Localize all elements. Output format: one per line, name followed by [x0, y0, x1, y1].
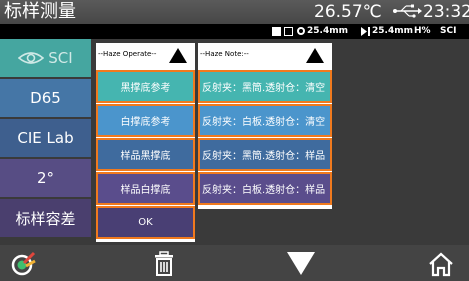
colorimeter-icon[interactable] [10, 251, 36, 277]
page-title: 标样测量 [4, 1, 76, 22]
sidebar-item-label: 2° [36, 169, 55, 187]
sample-black-backing-button[interactable]: 样品黑撑底 [96, 138, 195, 171]
specular-mode: SCI [440, 26, 457, 36]
sidebar-item-label: 标样容差 [15, 209, 76, 228]
trash-icon[interactable] [151, 251, 177, 277]
ok-button[interactable]: OK [96, 206, 195, 239]
sidebar-item-color-space[interactable]: CIE Lab [0, 119, 91, 157]
eye-icon [18, 52, 45, 64]
haze-note-panel: --Haze Note:-- 反射夹：黑筒.透射仓：清空 反射夹：白板.透射仓：… [198, 43, 332, 209]
lens-icon [361, 27, 370, 36]
home-icon[interactable] [428, 251, 454, 277]
sidebar-item-sci[interactable]: SCI [0, 39, 91, 77]
clock: 23:32 [423, 2, 469, 22]
empty-square-icon [284, 27, 293, 36]
usb-icon [393, 4, 422, 18]
sidebar-item-label: SCI [48, 49, 73, 67]
sidebar-item-observer[interactable]: 2° [0, 159, 91, 197]
status-bar: 25.4mm 25.4mm H% SCI [0, 24, 469, 39]
sidebar: SCI D65 CIE Lab 2° 标样容差 [0, 39, 91, 237]
white-backing-reference-button[interactable]: 白撑底参考 [96, 104, 195, 137]
sample-white-backing-button[interactable]: 样品白撑底 [96, 172, 195, 205]
sidebar-item-label: CIE Lab [17, 129, 74, 147]
lens-size: 25.4mm [372, 26, 413, 36]
filled-square-icon [272, 27, 281, 36]
down-arrow-icon[interactable] [286, 250, 316, 276]
note-item: 反射夹：白板.透射仓：清空 [198, 104, 332, 137]
haze-mode: H% [414, 26, 431, 36]
note-item: 反射夹：黑筒.透射仓：样品 [198, 138, 332, 171]
sidebar-item-label: D65 [30, 89, 61, 107]
sidebar-item-tolerance[interactable]: 标样容差 [0, 199, 91, 237]
note-item: 反射夹：白板.透射仓：样品 [198, 172, 332, 205]
bottom-toolbar [0, 245, 469, 281]
haze-operate-panel: --Haze Operate-- 黑撑底参考 白撑底参考 样品黑撑底 样品白撑底… [96, 43, 195, 242]
black-backing-reference-button[interactable]: 黑撑底参考 [96, 70, 195, 103]
collapse-up-icon[interactable] [306, 48, 324, 63]
aperture-size: 25.4mm [307, 26, 348, 36]
title-bar: 标样测量 26.57℃ 23:32 [0, 0, 469, 24]
temperature-readout: 26.57℃ [314, 2, 382, 22]
aperture-ring-icon [297, 27, 305, 35]
sidebar-item-illuminant[interactable]: D65 [0, 79, 91, 117]
collapse-up-icon[interactable] [169, 48, 187, 63]
note-item: 反射夹：黑筒.透射仓：清空 [198, 70, 332, 103]
